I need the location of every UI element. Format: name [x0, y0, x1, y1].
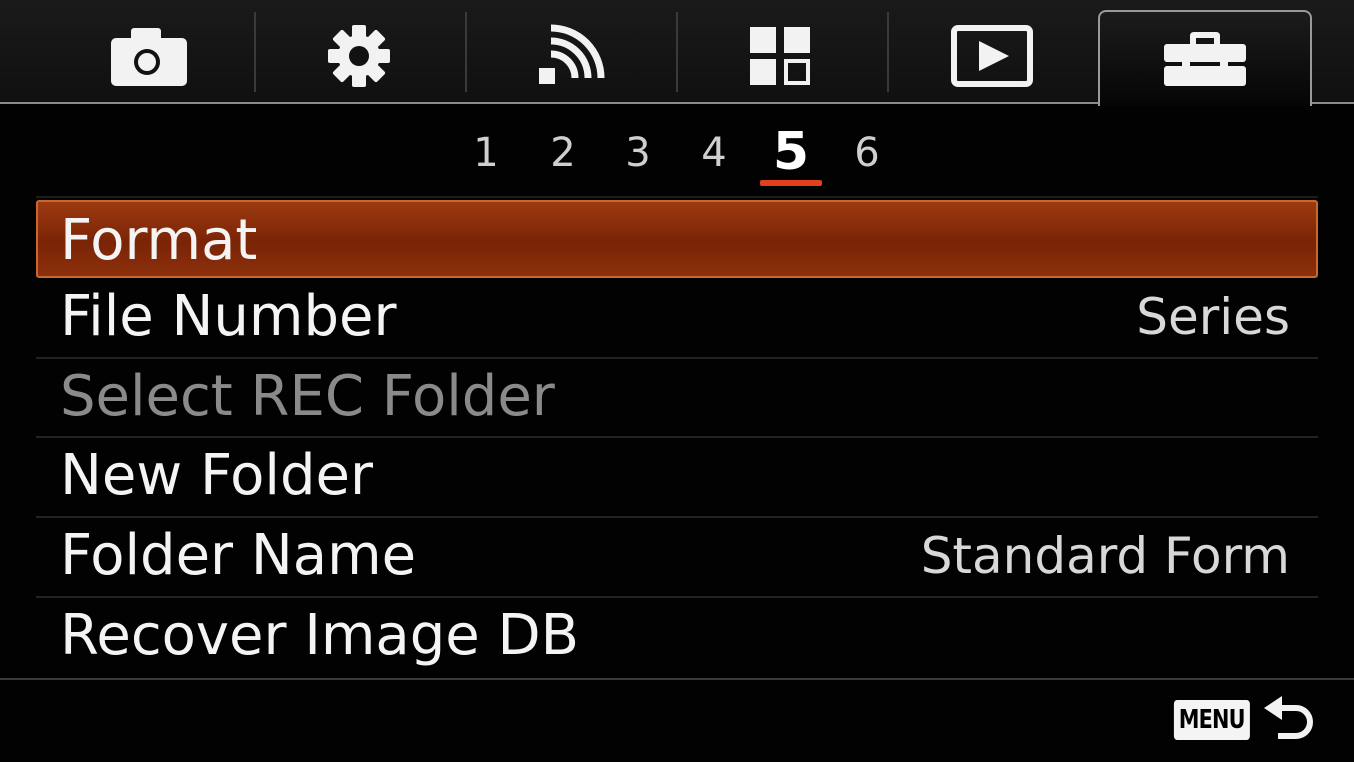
page-3[interactable]: 3: [613, 128, 663, 178]
page-2[interactable]: 2: [538, 128, 588, 178]
page-5[interactable]: 5: [766, 122, 816, 182]
menu-item-label: Folder Name: [60, 523, 417, 588]
tab-settings[interactable]: [254, 10, 464, 102]
menu-item-value: Series: [1136, 288, 1290, 346]
menu-tab-bar: [0, 0, 1354, 106]
divider: [36, 196, 1318, 198]
tab-wireless[interactable]: [465, 10, 675, 102]
gear-icon: [328, 25, 390, 87]
application-grid-icon: [750, 27, 810, 85]
menu-button-badge: MENU: [1174, 700, 1250, 740]
tab-playback[interactable]: [887, 10, 1097, 102]
tab-setup[interactable]: [1098, 10, 1312, 106]
menu-item-label: New Folder: [60, 443, 374, 508]
return-arrow-icon: [1264, 696, 1313, 739]
menu-item-label: Recover Image DB: [60, 603, 580, 668]
page-6[interactable]: 6: [842, 128, 892, 178]
toolbox-icon: [1164, 32, 1246, 86]
menu-item-label: File Number: [60, 284, 397, 349]
footer-divider: [0, 678, 1354, 680]
page-4[interactable]: 4: [689, 128, 739, 178]
tab-camera[interactable]: [44, 10, 254, 102]
page-indicator: 1 2 3 4 5 6: [0, 122, 1354, 192]
menu-item-label: Select REC Folder: [60, 364, 555, 429]
menu-item-recover-image-db[interactable]: Recover Image DB: [36, 597, 1318, 675]
playback-icon: [951, 25, 1033, 87]
camera-menu-screen: 1 2 3 4 5 6 Format File Number Series Se…: [0, 0, 1354, 762]
active-page-underline: [760, 180, 822, 186]
wireless-icon: [539, 24, 605, 84]
menu-item-new-folder[interactable]: New Folder: [36, 437, 1318, 515]
menu-item-select-rec-folder: Select REC Folder: [36, 358, 1318, 436]
menu-item-value: Standard Form: [920, 527, 1290, 585]
menu-item-file-number[interactable]: File Number Series: [36, 278, 1318, 356]
tab-application[interactable]: [676, 10, 886, 102]
camera-icon: [111, 28, 187, 86]
menu-item-folder-name[interactable]: Folder Name Standard Form: [36, 517, 1318, 595]
menu-item-label: Format: [60, 208, 258, 273]
page-1[interactable]: 1: [461, 128, 511, 178]
menu-back-button[interactable]: MENU: [1155, 690, 1318, 750]
menu-item-format[interactable]: Format: [36, 200, 1318, 278]
